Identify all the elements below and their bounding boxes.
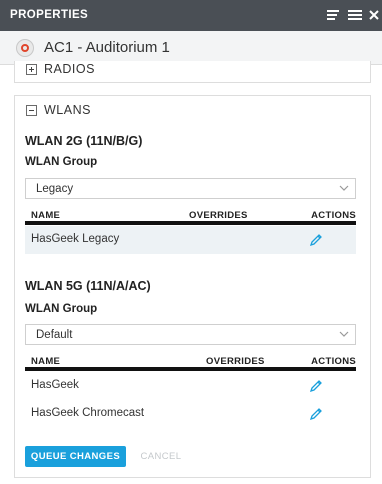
column-name: NAME (31, 210, 61, 221)
wlan-2g-group-label: WLAN Group (25, 156, 98, 168)
radios-section-label: RADIOS (44, 62, 95, 76)
collapse-all-icon[interactable] (325, 8, 341, 22)
chevron-down-icon (339, 185, 349, 191)
queue-changes-button[interactable]: QUEUE CHANGES (25, 446, 126, 467)
wlan-2g-table-header: NAME OVERRIDES ACTIONS (25, 206, 356, 225)
close-icon[interactable] (368, 8, 380, 22)
collapse-icon[interactable] (26, 105, 37, 116)
wlans-section-label: WLANS (44, 103, 91, 117)
expand-icon[interactable] (26, 64, 37, 75)
table-row: HasGeek Legacy (25, 226, 356, 254)
column-overrides: OVERRIDES (189, 210, 248, 221)
chevron-down-icon (339, 331, 349, 337)
column-overrides: OVERRIDES (206, 356, 265, 367)
menu-icon[interactable] (347, 8, 363, 22)
wlan-name: HasGeek Legacy (31, 233, 120, 245)
wlan-2g-selected-group: Legacy (36, 183, 74, 195)
wlan-5g-selected-group: Default (36, 329, 73, 341)
wlan-name: HasGeek (31, 379, 79, 391)
properties-header: PROPERTIES (0, 0, 382, 31)
wlans-section: WLANS WLAN 2G (11N/B/G) WLAN Group Legac… (14, 95, 371, 478)
wlan-5g-group-label: WLAN Group (25, 303, 98, 315)
device-header: AC1 - Auditorium 1 (0, 31, 382, 65)
table-row: HasGeek Chromecast (25, 400, 356, 428)
wlan-2g-group-select[interactable]: Legacy (25, 178, 356, 199)
table-row: HasGeek (25, 372, 356, 400)
wlan-5g-group-select[interactable]: Default (25, 324, 356, 345)
wlan-2g-heading: WLAN 2G (11N/B/G) (25, 134, 143, 148)
wlan-name: HasGeek Chromecast (31, 407, 145, 419)
panel-title: PROPERTIES (10, 9, 89, 21)
radios-section[interactable]: RADIOS (14, 61, 371, 83)
cancel-button[interactable]: CANCEL (139, 446, 183, 467)
column-actions: ACTIONS (311, 210, 356, 221)
device-status-icon (16, 39, 34, 57)
wlan-5g-table-header: NAME OVERRIDES ACTIONS (25, 352, 356, 371)
column-actions: ACTIONS (311, 356, 356, 367)
device-name: AC1 - Auditorium 1 (44, 39, 170, 56)
column-name: NAME (31, 356, 61, 367)
wlan-5g-heading: WLAN 5G (11N/A/AC) (25, 279, 151, 293)
edit-icon[interactable] (309, 233, 323, 247)
edit-icon[interactable] (309, 379, 323, 393)
edit-icon[interactable] (309, 407, 323, 421)
